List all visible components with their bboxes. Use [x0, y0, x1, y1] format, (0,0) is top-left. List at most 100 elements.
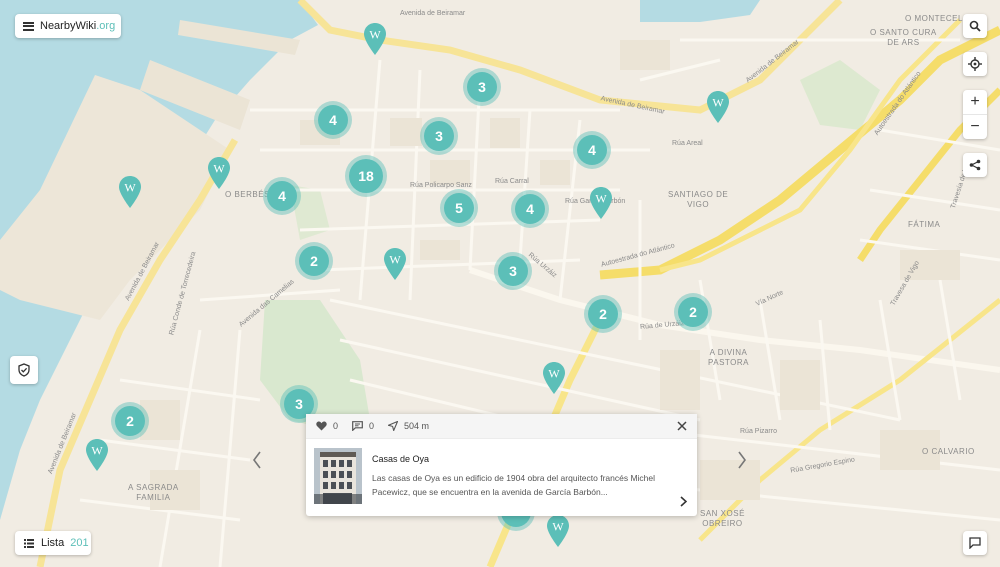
cluster-count: 18	[349, 159, 383, 193]
share-icon	[969, 159, 981, 171]
chevron-right-icon	[680, 496, 688, 507]
chevron-left-icon	[253, 451, 261, 469]
cluster-marker[interactable]: 3	[420, 117, 458, 155]
chevron-right-icon	[738, 451, 746, 469]
svg-text:W: W	[712, 96, 724, 110]
cluster-count: 4	[318, 105, 348, 135]
cluster-marker[interactable]: 2	[111, 402, 149, 440]
wikipedia-marker-icon[interactable]: W	[546, 514, 570, 548]
svg-text:W: W	[369, 28, 381, 42]
district-label: A SAGRADA FAMILIA	[128, 483, 179, 502]
distance-value: 504 m	[404, 421, 430, 431]
search-button[interactable]	[963, 14, 987, 38]
district-label: SANTIAGO DE VIGO	[668, 190, 729, 209]
wikipedia-marker-icon[interactable]: W	[85, 438, 109, 472]
wikipedia-marker-icon[interactable]: W	[589, 186, 613, 220]
street-label: Rúa Areal	[672, 140, 703, 147]
cluster-count: 3	[467, 72, 497, 102]
comment-icon	[969, 537, 981, 549]
cluster-count: 2	[678, 297, 708, 327]
cluster-marker[interactable]: 4	[511, 190, 549, 228]
district-label: O SANTO CURA DE ARS	[870, 28, 937, 47]
distance: 504 m	[388, 421, 429, 431]
zoom-out-icon: −	[970, 118, 980, 135]
list-label: Lista	[41, 537, 65, 549]
carousel-next-button[interactable]	[737, 451, 747, 475]
street-label: Rúa Policarpo Sanz	[410, 182, 472, 189]
list-count: 201	[70, 537, 89, 549]
feedback-button[interactable]	[963, 531, 987, 555]
article-thumbnail[interactable]	[314, 448, 362, 504]
cluster-marker[interactable]: 2	[295, 242, 333, 280]
menu-button[interactable]: NearbyWiki .org	[15, 14, 121, 38]
district-label: FÁTIMA	[908, 220, 941, 229]
comment-icon	[352, 421, 363, 431]
locate-icon	[968, 57, 982, 71]
cluster-count: 2	[115, 406, 145, 436]
cluster-marker[interactable]: 2	[584, 295, 622, 333]
locate-button[interactable]	[963, 52, 987, 76]
district-label: O CALVARIO	[922, 447, 975, 456]
share-button[interactable]	[963, 153, 987, 177]
shield-icon	[18, 363, 30, 377]
district-label: SAN XOSÉ OBREIRO	[700, 509, 745, 528]
street-label: Rúa Carral	[495, 178, 529, 185]
svg-text:W: W	[595, 192, 607, 206]
article-title[interactable]: Casas de Oya	[372, 454, 429, 464]
menu-icon	[23, 21, 34, 31]
svg-text:W: W	[124, 181, 136, 195]
list-button[interactable]: Lista 201	[15, 531, 91, 555]
brand-name: NearbyWiki	[40, 20, 97, 32]
cluster-marker[interactable]: 4	[573, 131, 611, 169]
navigation-arrow-icon	[388, 421, 399, 431]
brand-tld: .org	[96, 20, 116, 32]
cluster-count: 4	[515, 194, 545, 224]
street-label: Rúa Pizarro	[740, 428, 777, 435]
heart-icon	[316, 421, 327, 431]
cluster-count: 2	[299, 246, 329, 276]
article-card-stats: 0 0 504 m	[306, 414, 697, 439]
cluster-marker[interactable]: 5	[440, 189, 478, 227]
cluster-count: 3	[424, 121, 454, 151]
likes[interactable]: 0	[316, 421, 338, 431]
likes-count: 0	[333, 421, 339, 431]
svg-text:W: W	[548, 367, 560, 381]
cluster-marker[interactable]: 4	[314, 101, 352, 139]
wikipedia-marker-icon[interactable]: W	[207, 156, 231, 190]
svg-text:W: W	[389, 253, 401, 267]
cluster-count: 4	[577, 135, 607, 165]
svg-text:W: W	[91, 444, 103, 458]
comments-count: 0	[369, 421, 375, 431]
carousel-prev-button[interactable]	[252, 451, 262, 475]
cluster-marker[interactable]: 2	[674, 293, 712, 331]
street-label: Avenida de Beiramar	[400, 10, 466, 17]
list-icon	[24, 538, 34, 548]
cluster-marker[interactable]: 18	[345, 155, 387, 197]
zoom-in-button[interactable]: +	[963, 90, 987, 114]
zoom-control: + −	[963, 90, 987, 139]
cluster-marker[interactable]: 4	[263, 177, 301, 215]
close-icon[interactable]	[675, 419, 689, 433]
cluster-count: 5	[444, 193, 474, 223]
wikipedia-marker-icon[interactable]: W	[542, 361, 566, 395]
open-article-button[interactable]	[680, 496, 688, 510]
cluster-count: 3	[498, 256, 528, 286]
privacy-button[interactable]	[10, 356, 38, 384]
wikipedia-marker-icon[interactable]: W	[383, 247, 407, 281]
cluster-marker[interactable]: 3	[463, 68, 501, 106]
article-card[interactable]: 0 0 504 m Casas de Oya Las casas de Oya …	[306, 414, 697, 516]
cluster-marker[interactable]: 3	[494, 252, 532, 290]
article-description: Las casas de Oya es un edificio de 1904 …	[372, 473, 656, 497]
svg-text:W: W	[213, 162, 225, 176]
wikipedia-marker-icon[interactable]: W	[363, 22, 387, 56]
wikipedia-marker-icon[interactable]: W	[706, 90, 730, 124]
cluster-count: 2	[588, 299, 618, 329]
svg-text:W: W	[552, 520, 564, 534]
zoom-out-button[interactable]: −	[963, 114, 987, 139]
district-label: A DIVINA PASTORA	[708, 348, 749, 367]
district-label: O MONTECELO	[905, 14, 970, 23]
comments[interactable]: 0	[352, 421, 374, 431]
cluster-count: 4	[267, 181, 297, 211]
wikipedia-marker-icon[interactable]: W	[118, 175, 142, 209]
zoom-in-icon: +	[970, 93, 980, 110]
